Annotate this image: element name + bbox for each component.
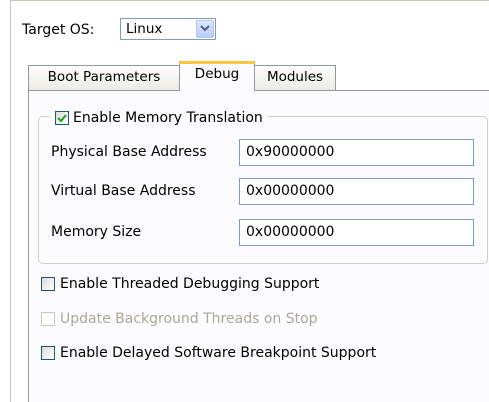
delayed-breakpoint-label: Enable Delayed Software Breakpoint Suppo… [60,345,377,361]
tab-debug[interactable]: Debug [179,61,255,91]
memory-translation-label: Enable Memory Translation [73,110,263,126]
memory-translation-checkbox[interactable] [55,111,69,125]
delayed-breakpoint-option[interactable]: Enable Delayed Software Breakpoint Suppo… [41,345,376,361]
target-os-value: Linux [126,21,163,37]
virtual-base-address-label: Virtual Base Address [51,183,196,199]
threaded-debugging-option[interactable]: Enable Threaded Debugging Support [41,276,319,292]
physical-base-address-input[interactable]: 0x90000000 [239,139,474,166]
update-background-threads-label: Update Background Threads on Stop [60,311,318,327]
delayed-breakpoint-checkbox[interactable] [41,346,55,360]
memory-translation-toggle[interactable]: Enable Memory Translation [50,107,268,129]
memory-size-input[interactable]: 0x00000000 [239,219,474,246]
chevron-down-icon [200,25,210,32]
virtual-base-address-input[interactable]: 0x00000000 [239,178,474,205]
physical-base-address-label: Physical Base Address [51,144,207,160]
dropdown-arrow-button[interactable] [196,20,214,38]
update-background-threads-option: Update Background Threads on Stop [41,311,318,327]
target-os-label: Target OS: [22,22,95,38]
memory-size-label: Memory Size [51,224,142,240]
update-background-threads-checkbox [41,312,55,326]
threaded-debugging-label: Enable Threaded Debugging Support [60,276,320,292]
threaded-debugging-checkbox[interactable] [41,277,55,291]
dialog-border-left [10,0,11,402]
target-os-dropdown[interactable]: Linux [120,18,216,40]
tab-modules[interactable]: Modules [254,65,336,90]
dialog-border-top [10,0,489,1]
tab-boot-parameters[interactable]: Boot Parameters [28,65,180,90]
checkmark-icon [57,114,67,123]
